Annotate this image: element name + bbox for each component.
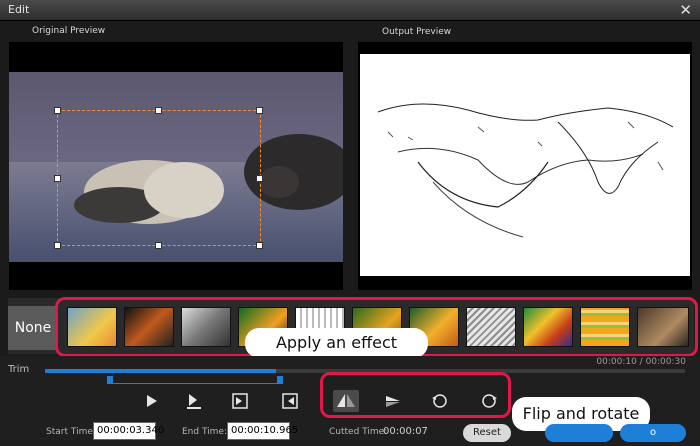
start-time-input[interactable]: 00:00:03.340 xyxy=(93,422,164,440)
cancel-button[interactable]: o xyxy=(620,424,686,442)
reset-button[interactable]: Reset xyxy=(463,424,511,442)
mark-start-icon[interactable] xyxy=(227,390,253,412)
trim-label: Trim xyxy=(8,364,30,375)
original-preview-label: Original Preview xyxy=(32,26,106,36)
set-start-icon[interactable] xyxy=(181,390,207,412)
effect-callout: Apply an effect xyxy=(245,328,428,358)
ok-button[interactable] xyxy=(545,424,613,442)
crop-rectangle[interactable] xyxy=(57,110,261,246)
edit-window: Edit ✕ Original Preview Output Preview N… xyxy=(0,0,700,446)
original-preview xyxy=(9,42,354,290)
output-preview xyxy=(358,42,692,290)
trim-end-handle[interactable] xyxy=(277,376,283,384)
output-preview-label: Output Preview xyxy=(382,27,452,37)
window-title: Edit xyxy=(8,3,30,16)
cutted-time-value: 00:00:07 xyxy=(383,426,428,437)
trim-start-handle[interactable] xyxy=(107,376,113,384)
close-icon[interactable]: ✕ xyxy=(679,1,692,19)
play-icon[interactable] xyxy=(138,390,164,412)
end-time-label: End Time: xyxy=(182,427,228,437)
crop-handle[interactable] xyxy=(256,242,263,249)
cutted-time-label: Cutted Time: xyxy=(329,427,388,437)
crop-handle[interactable] xyxy=(155,242,162,249)
crop-handle[interactable] xyxy=(256,107,263,114)
flip-vertical-icon[interactable] xyxy=(380,390,406,412)
trim-progress xyxy=(45,369,276,373)
crop-handle[interactable] xyxy=(256,175,263,182)
crop-handle[interactable] xyxy=(155,107,162,114)
flip-horizontal-icon[interactable] xyxy=(333,390,359,412)
rotate-left-icon[interactable] xyxy=(427,390,453,412)
mark-end-icon[interactable] xyxy=(277,390,303,412)
time-display: 00:00:10 / 00:00:30 xyxy=(596,357,686,367)
trim-range xyxy=(110,377,282,384)
crop-handle[interactable] xyxy=(54,175,61,182)
start-time-label: Start Time: xyxy=(46,427,96,437)
crop-handle[interactable] xyxy=(54,242,61,249)
crop-handle[interactable] xyxy=(54,107,61,114)
output-video-frame xyxy=(360,54,690,276)
effect-none-button[interactable]: None xyxy=(8,306,58,350)
rotate-right-icon[interactable] xyxy=(476,390,502,412)
end-time-input[interactable]: 00:00:10.965 xyxy=(227,422,298,440)
title-bar: Edit ✕ xyxy=(0,0,700,21)
